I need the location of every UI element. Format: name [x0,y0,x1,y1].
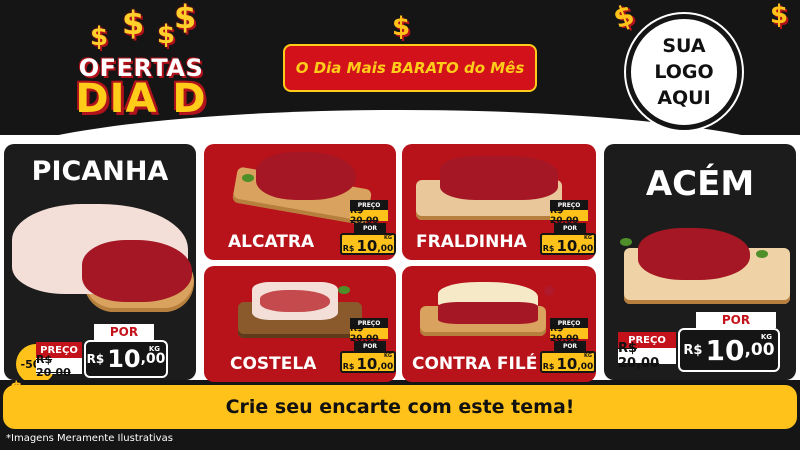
currency: R$ [342,244,355,253]
currency: R$ [342,362,355,371]
new-price: R$ 10 ,00 KG [540,351,596,373]
disclaimer-text: *Imagens Meramente Ilustrativas [6,433,173,444]
herb-garnish [242,174,254,182]
logo-placeholder[interactable]: SUA LOGO AQUI [626,14,742,130]
por-label: POR [554,223,586,233]
product-name: CONTRA FILÉ [412,354,538,374]
price-dec: ,00 [744,340,775,360]
product-card-fraldinha[interactable]: FRALDINHA PREÇO R$ 20,00 POR R$ 10 ,00 K… [402,144,596,260]
por-label: POR [554,341,586,351]
dollar-coin-icon: $ [174,0,197,36]
old-price: R$ 20,00 [550,206,588,226]
product-name: PICANHA [31,156,169,187]
old-price: R$ 20,00 [36,353,82,379]
old-price: R$ 20,00 [350,324,388,344]
unit: KG [148,345,160,353]
onion-garnish [544,286,554,296]
new-price: R$ 10 ,00 KG [340,233,396,255]
dollar-coin-icon: $ [122,4,145,42]
price-int: 10 [107,345,141,373]
price-int: 10 [356,237,378,255]
por-label: POR [354,341,386,351]
old-price: R$ 20,00 [618,341,676,371]
price-tag: PREÇO R$ 20,00 POR R$ 10 ,00 KG [540,318,596,376]
dollar-coin-icon: $ [90,22,109,52]
product-card-acem[interactable]: ACÉM PREÇO R$ 20,00 POR R$ 10 ,00 KG [604,144,796,380]
meat-cut [256,152,356,200]
product-name: COSTELA [230,354,317,374]
new-price: R$ 10 ,00 KG [84,340,168,378]
por-label: POR [354,223,386,233]
meat-cut [438,302,538,324]
price-tag: PREÇO R$ 20,00 POR R$ 10 ,00 KG [340,318,396,376]
product-card-alcatra[interactable]: ALCATRA PREÇO R$ 20,00 POR R$ 10 ,00 KG [204,144,396,260]
new-price: R$ 10 ,00 KG [540,233,596,255]
brand-line-dia-d: DIA D [75,76,207,122]
old-price: R$ 20,00 [350,206,388,226]
price-dec: ,00 [140,351,166,367]
unit: KG [384,235,392,241]
product-name: ALCATRA [228,232,315,252]
acem-image [610,220,796,310]
herb-garnish [756,250,768,258]
unit: KG [384,353,392,359]
product-card-contra-file[interactable]: CONTRA FILÉ PREÇO R$ 20,00 POR R$ 10 ,00… [402,266,596,382]
currency: R$ [542,362,555,371]
price-dec: ,00 [577,244,594,254]
price-int: 10 [556,355,578,373]
price-dec: ,00 [577,362,594,372]
price-int: 10 [356,355,378,373]
cta-banner[interactable]: Crie seu encarte com este tema! [3,385,797,429]
logo-placeholder-line3: AQUI [657,87,711,109]
logo-placeholder-line1: SUA [662,35,706,57]
dollar-coin-icon: $ [770,0,789,30]
currency: R$ [683,342,703,358]
unit: KG [760,333,772,341]
price-dec: ,00 [377,244,394,254]
product-card-costela[interactable]: COSTELA PREÇO R$ 20,00 POR R$ 10 ,00 KG [204,266,396,382]
picanha-image [4,200,196,320]
currency: R$ [86,352,105,366]
product-name: ACÉM [645,164,755,204]
price-tag: PREÇO R$ 20,00 POR R$ 10 ,00 KG [340,200,396,258]
product-name: FRALDINHA [416,232,527,252]
new-price: R$ 10 ,00 KG [340,351,396,373]
unit: KG [584,235,592,241]
headline-banner: O Dia Mais BARATO do Mês [283,44,537,92]
logo-placeholder-line2: LOGO [654,61,714,83]
unit: KG [584,353,592,359]
herb-garnish [338,286,350,294]
por-label: POR [696,312,776,328]
currency: R$ [542,244,555,253]
herb-garnish [620,238,632,246]
meat-cut [260,290,330,312]
meat-cut [638,228,750,280]
product-card-picanha[interactable]: PICANHA -50% PREÇO R$ 20,00 POR R$ 10 ,0… [4,144,196,380]
price-dec: ,00 [377,362,394,372]
dollar-coin-icon: $ [392,12,411,42]
new-price: R$ 10 ,00 KG [678,328,780,372]
price-tag: PREÇO R$ 20,00 POR R$ 10 ,00 KG [540,200,596,258]
price-int: 10 [556,237,578,255]
ofertas-dia-d-logo: $ $ $ $ OFERTAS DIA D [52,0,222,132]
meat-cut [440,156,558,200]
meat-cut [82,240,192,302]
price-int: 10 [705,333,745,367]
dollar-coin-icon: $ [157,20,176,50]
old-price: R$ 20,00 [550,324,588,344]
por-label: POR [94,324,154,340]
